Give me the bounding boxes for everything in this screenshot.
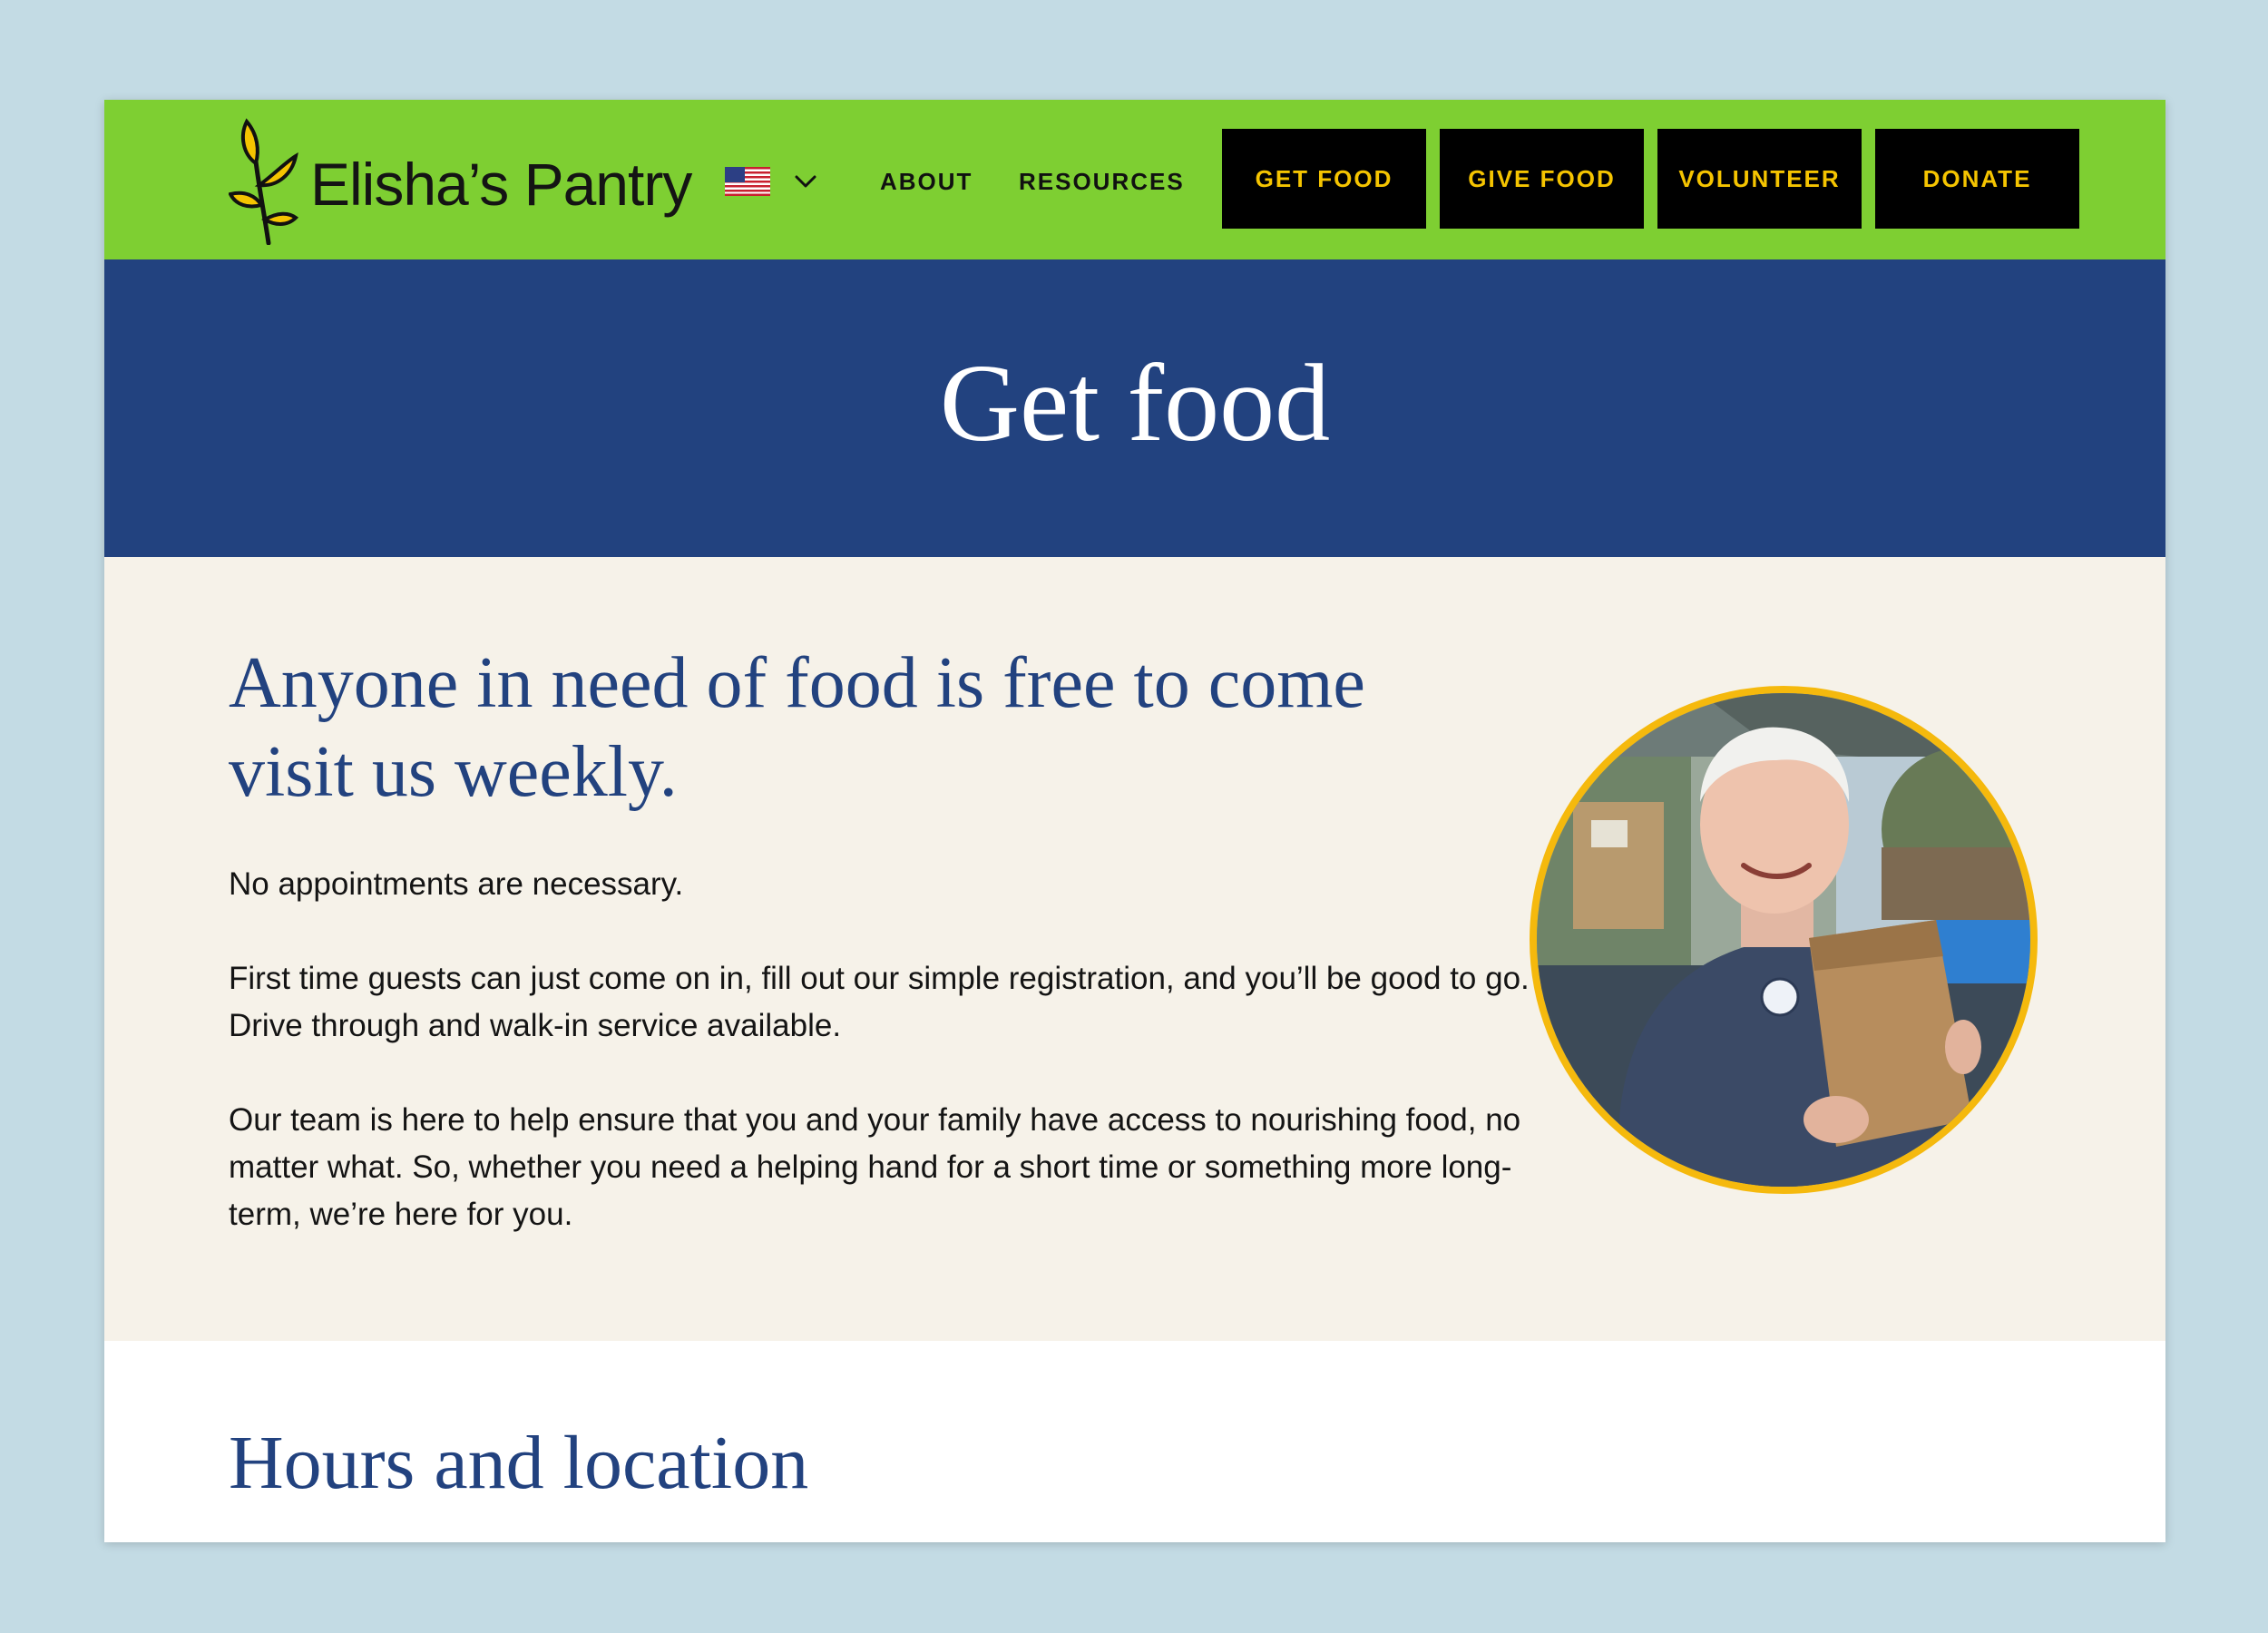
volunteer-photo (1530, 686, 2038, 1194)
language-select[interactable] (725, 163, 817, 200)
hours-section: Hours and location (104, 1341, 2165, 1542)
page-title: Get food (939, 342, 1331, 464)
us-flag-icon (725, 167, 770, 196)
nav-link-about[interactable]: ABOUT (880, 163, 973, 200)
intro-body: No appointments are necessary. First tim… (229, 861, 1553, 1286)
give-food-button[interactable]: GIVE FOOD (1440, 129, 1644, 229)
intro-heading: Anyone in need of food is free to come v… (229, 643, 1365, 812)
logo[interactable]: Elisha’s Pantry (229, 118, 692, 245)
site-header: Elisha’s Pantry ABOUT RESOURCES GET FOOD… (104, 100, 2165, 259)
volunteer-button[interactable]: VOLUNTEER (1657, 129, 1862, 229)
donate-button[interactable]: DONATE (1875, 129, 2079, 229)
intro-paragraph: First time guests can just come on in, f… (229, 961, 1530, 1043)
nav-link-resources[interactable]: RESOURCES (1019, 163, 1185, 200)
get-food-button[interactable]: GET FOOD (1222, 129, 1426, 229)
hours-heading: Hours and location (229, 1421, 809, 1505)
logo-text: Elisha’s Pantry (310, 151, 692, 218)
browser-frame: Elisha’s Pantry ABOUT RESOURCES GET FOOD… (104, 100, 2165, 1542)
wheat-leaf-icon (229, 118, 299, 245)
chevron-down-icon (795, 175, 816, 188)
intro-paragraph: No appointments are necessary. (229, 866, 684, 902)
intro-paragraph: Our team is here to help ensure that you… (229, 1102, 1521, 1232)
intro-section: Anyone in need of food is free to come v… (104, 557, 2165, 1341)
hero-banner: Get food (104, 259, 2165, 557)
